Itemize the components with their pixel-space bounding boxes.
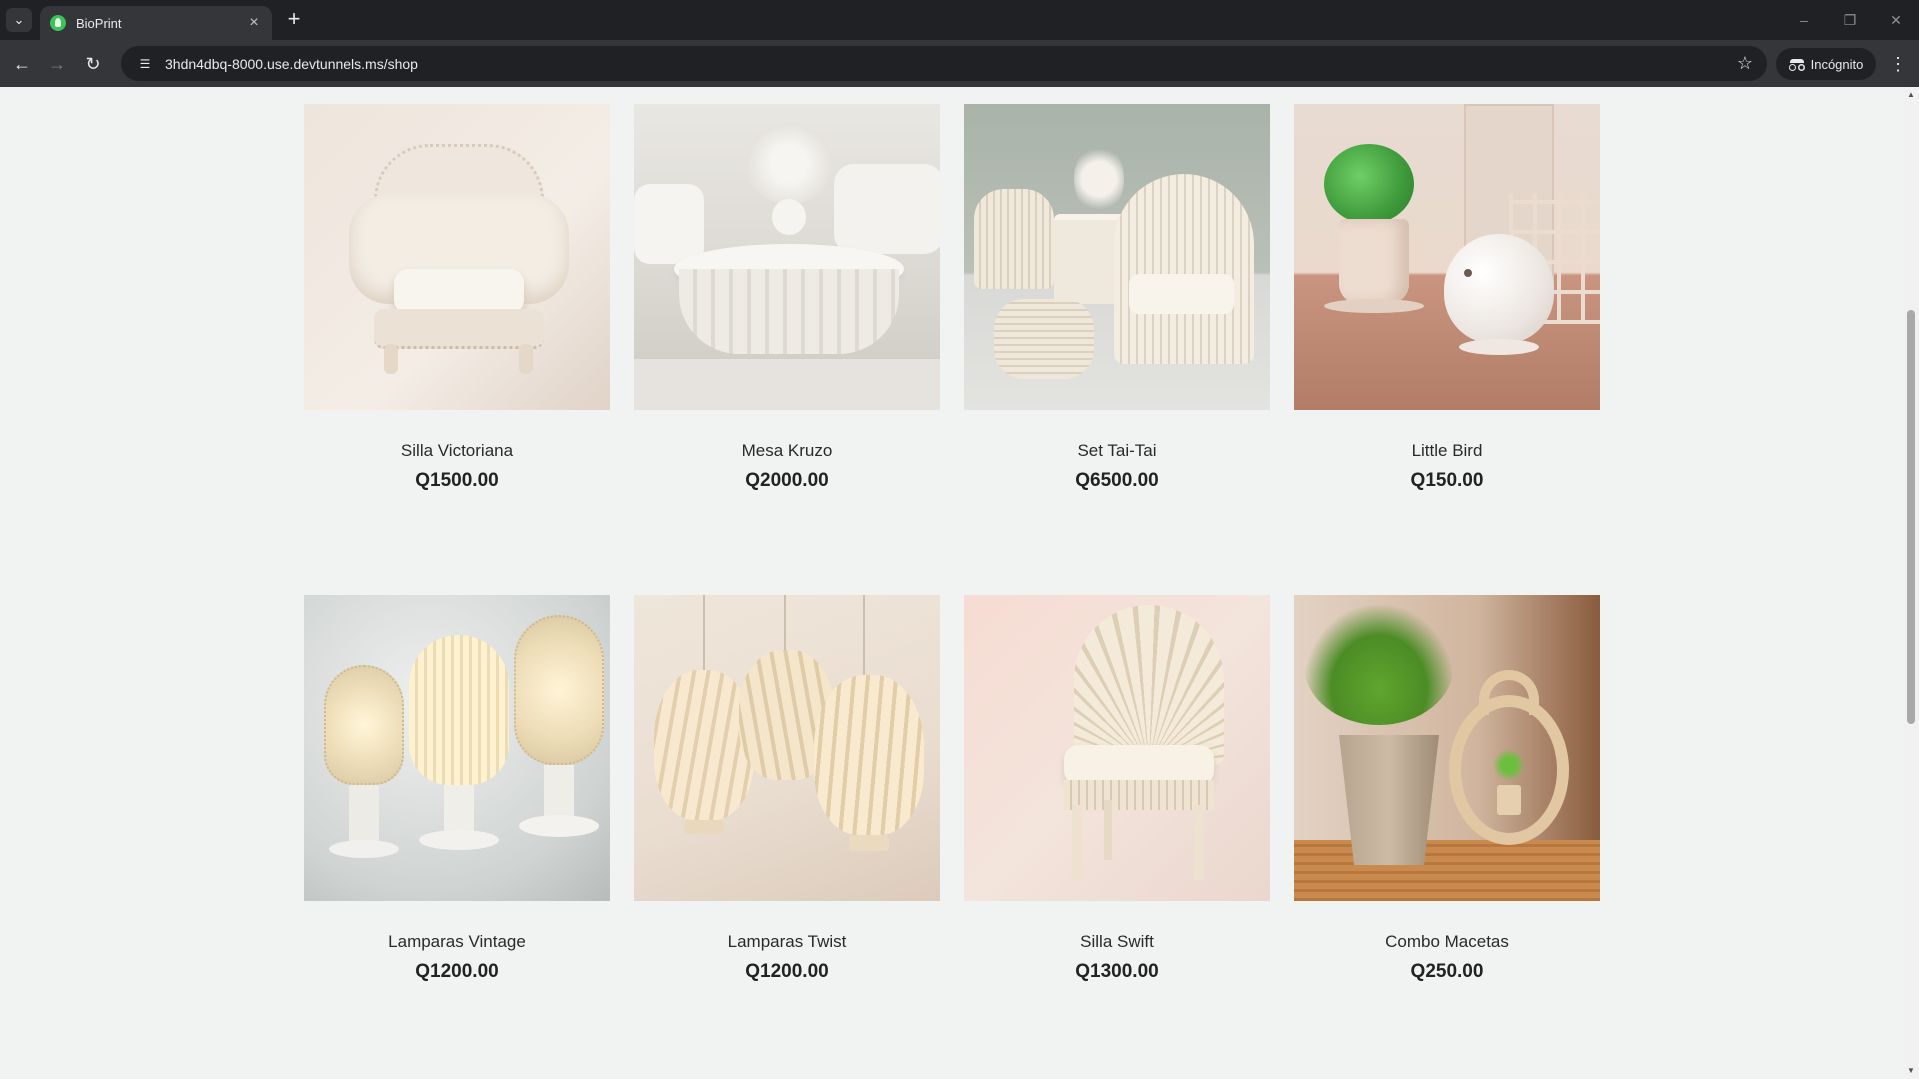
product-name[interactable]: Little Bird	[1294, 441, 1600, 461]
back-arrow-icon[interactable]: ←	[8, 50, 36, 78]
product-card[interactable]: Silla Swift Q1300.00	[964, 595, 1270, 982]
product-name[interactable]: Silla Victoriana	[304, 441, 610, 461]
product-card[interactable]: Silla Victoriana Q1500.00	[304, 104, 610, 491]
product-image[interactable]	[964, 595, 1270, 901]
product-name[interactable]: Combo Macetas	[1294, 932, 1600, 952]
url-text[interactable]: 3hdn4dbq-8000.use.devtunnels.ms/shop	[165, 56, 418, 72]
browser-toolbar: ← → ↻ ☰ 3hdn4dbq-8000.use.devtunnels.ms/…	[0, 40, 1919, 87]
product-price: Q1200.00	[745, 961, 829, 982]
product-price: Q6500.00	[1075, 470, 1159, 491]
product-image[interactable]	[304, 595, 610, 901]
product-name[interactable]: Silla Swift	[964, 932, 1270, 952]
close-window-icon[interactable]: ✕	[1876, 8, 1916, 32]
browser-tabstrip: ⌄ BioPrint × + – ❐ ✕	[0, 0, 1919, 40]
product-price: Q150.00	[1410, 470, 1484, 491]
product-price: Q1500.00	[415, 470, 499, 491]
product-image[interactable]	[1294, 104, 1600, 410]
bookmark-star-icon[interactable]: ☆	[1737, 53, 1753, 74]
product-price: Q250.00	[1410, 961, 1484, 982]
browser-tab[interactable]: BioPrint ×	[40, 6, 272, 40]
close-tab-icon[interactable]: ×	[246, 14, 262, 32]
product-card[interactable]: Lamparas Vintage Q1200.00	[304, 595, 610, 982]
product-image[interactable]	[964, 104, 1270, 410]
product-card[interactable]: Little Bird Q150.00	[1294, 104, 1600, 491]
minimize-icon[interactable]: –	[1784, 8, 1824, 32]
product-name[interactable]: Set Tai-Tai	[964, 441, 1270, 461]
reload-icon[interactable]: ↻	[79, 50, 107, 78]
tab-title: BioPrint	[76, 15, 122, 31]
product-card[interactable]: Combo Macetas Q250.00	[1294, 595, 1600, 982]
scroll-down-arrow-icon[interactable]: ▼	[1903, 1063, 1919, 1079]
product-name[interactable]: Lamparas Vintage	[304, 932, 610, 952]
restore-icon[interactable]: ❐	[1830, 8, 1870, 32]
incognito-icon	[1788, 59, 1805, 71]
product-image[interactable]	[304, 104, 610, 410]
product-name[interactable]: Lamparas Twist	[634, 932, 940, 952]
forward-arrow-icon[interactable]: →	[43, 50, 71, 78]
address-bar[interactable]: ☰ 3hdn4dbq-8000.use.devtunnels.ms/shop ☆	[121, 46, 1767, 81]
shop-page: Silla Victoriana Q1500.00 Mesa Kruzo Q20…	[0, 87, 1903, 1079]
product-price: Q2000.00	[745, 470, 829, 491]
product-card[interactable]: Mesa Kruzo Q2000.00	[634, 104, 940, 491]
site-info-icon[interactable]: ☰	[135, 54, 155, 74]
product-price: Q1200.00	[415, 961, 499, 982]
scroll-thumb[interactable]	[1907, 310, 1915, 724]
new-tab-plus-icon[interactable]: +	[282, 8, 306, 32]
product-image[interactable]	[634, 104, 940, 410]
product-card[interactable]: Set Tai-Tai Q6500.00	[964, 104, 1270, 491]
tab-search-chevron-icon[interactable]: ⌄	[6, 8, 32, 32]
bioprint-favicon-icon	[50, 15, 66, 31]
scroll-up-arrow-icon[interactable]: ▲	[1903, 87, 1919, 103]
product-card[interactable]: Lamparas Twist Q1200.00	[634, 595, 940, 982]
product-image[interactable]	[1294, 595, 1600, 901]
browser-menu-icon[interactable]: ⋮	[1886, 50, 1910, 78]
page-scrollbar[interactable]: ▲ ▼	[1903, 87, 1919, 1079]
product-price: Q1300.00	[1075, 961, 1159, 982]
product-name[interactable]: Mesa Kruzo	[634, 441, 940, 461]
incognito-label: Incógnito	[1810, 56, 1864, 72]
incognito-badge[interactable]: Incógnito	[1776, 48, 1876, 80]
product-image[interactable]	[634, 595, 940, 901]
